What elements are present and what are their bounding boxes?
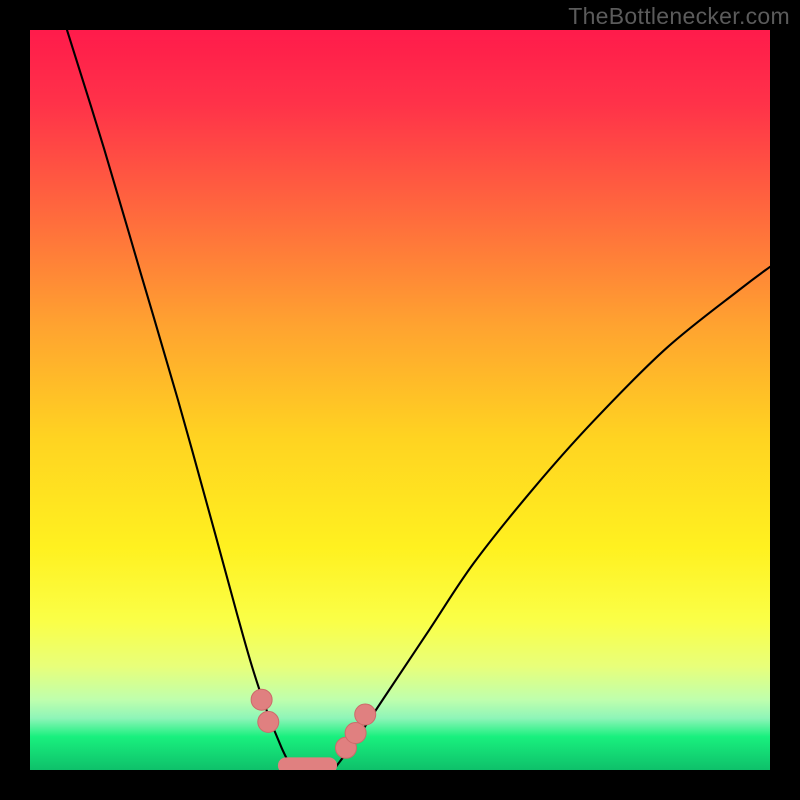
plot-background	[30, 30, 770, 770]
data-marker	[345, 723, 366, 744]
data-marker	[258, 711, 279, 732]
floor-segment	[278, 757, 337, 773]
watermark-text: TheBottleneсker.com	[568, 3, 790, 30]
data-marker	[355, 704, 376, 725]
chart-stage: TheBottleneсker.com	[0, 0, 800, 800]
data-marker	[251, 689, 272, 710]
chart-svg	[0, 0, 800, 800]
